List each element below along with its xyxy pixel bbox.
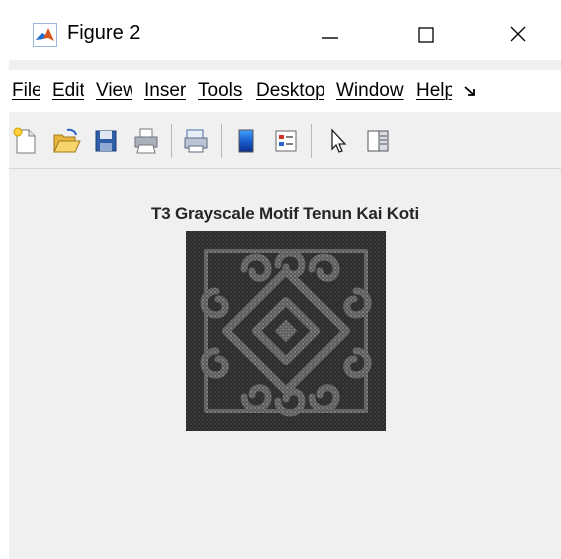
figure-canvas[interactable]: T3 Grayscale Motif Tenun Kai Koti	[9, 169, 561, 559]
close-icon	[510, 26, 526, 42]
title-bar[interactable]: Figure 2	[9, 0, 561, 60]
grayscale-motif-image	[186, 231, 386, 431]
minimize-button[interactable]	[297, 8, 363, 60]
property-inspector-icon[interactable]	[363, 126, 393, 156]
toolbar-separator	[171, 124, 172, 158]
window-title: Figure 2	[67, 22, 141, 44]
colorbar-icon[interactable]	[231, 126, 261, 156]
figure-window: Figure 2 File Edit View Insert Tools Des…	[0, 0, 561, 559]
menu-file[interactable]: File	[12, 80, 40, 102]
chevron-overflow-icon[interactable]	[462, 83, 478, 99]
close-button[interactable]	[485, 8, 551, 60]
toolbar-separator	[311, 124, 312, 158]
menu-view[interactable]: View	[96, 80, 132, 102]
window-left-edge	[0, 0, 9, 559]
menu-edit[interactable]: Edit	[52, 80, 84, 102]
legend-icon[interactable]	[271, 126, 301, 156]
pointer-icon[interactable]	[323, 126, 353, 156]
save-icon[interactable]	[91, 126, 121, 156]
menu-tools[interactable]: Tools	[198, 80, 244, 102]
menu-desktop[interactable]: Desktop	[256, 80, 324, 102]
toolbar-separator	[221, 124, 222, 158]
toolbar	[9, 116, 561, 169]
menu-window[interactable]: Window	[336, 80, 404, 102]
link-plot-icon[interactable]	[181, 126, 211, 156]
menu-help[interactable]: Help	[416, 80, 452, 102]
maximize-button[interactable]	[393, 8, 459, 60]
minimize-icon	[322, 37, 338, 39]
new-figure-icon[interactable]	[11, 126, 41, 156]
open-file-icon[interactable]	[51, 126, 81, 156]
matlab-logo-icon	[33, 23, 57, 47]
menu-insert[interactable]: Insert	[144, 80, 186, 102]
plot-title: T3 Grayscale Motif Tenun Kai Koti	[151, 204, 419, 223]
print-icon[interactable]	[131, 126, 161, 156]
menu-bar: File Edit View Insert Tools Desktop Wind…	[9, 70, 561, 112]
maximize-icon	[418, 27, 434, 43]
